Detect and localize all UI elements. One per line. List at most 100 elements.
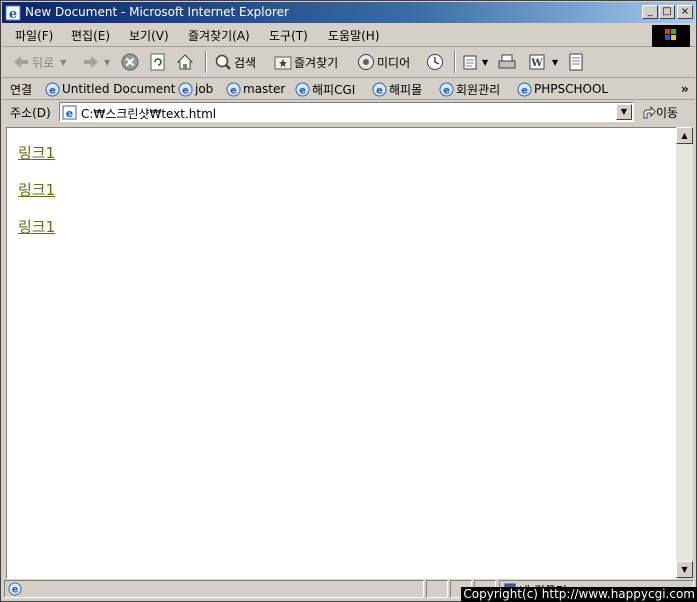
standard-toolbar: 뒤로 ▼ ▼ 검색 즐겨찾기 미디어 ▼ W ▼: [2, 47, 695, 78]
search-label: 검색: [234, 55, 257, 70]
menu-view[interactable]: 보기(V): [129, 27, 169, 44]
search-button[interactable]: 검색: [214, 51, 256, 73]
status-cell: [426, 580, 448, 598]
svg-text:e: e: [66, 107, 73, 120]
svg-text:W: W: [530, 58, 543, 69]
links-more-chevron-icon[interactable]: »: [681, 80, 689, 98]
address-dropdown-icon[interactable]: ▼: [616, 104, 632, 120]
discuss-icon: [569, 53, 583, 71]
maximize-button[interactable]: □: [659, 5, 675, 19]
history-button[interactable]: [426, 51, 446, 73]
go-button[interactable]: 이동: [642, 104, 678, 121]
forward-arrow-icon: [84, 56, 98, 68]
window-title: New Document - Microsoft Internet Explor…: [25, 5, 289, 19]
refresh-icon: [150, 53, 165, 71]
menu-bar: 파일(F) 편집(E) 보기(V) 즐겨찾기(A) 도구(T) 도움말(H): [2, 24, 695, 47]
history-icon: [427, 54, 443, 70]
link-label: master: [243, 82, 286, 96]
scroll-up-icon[interactable]: ▲: [676, 127, 693, 144]
ie-page-icon: e: [439, 82, 454, 96]
link-label: 해피CGI: [312, 82, 356, 97]
menu-help[interactable]: 도움말(H): [328, 27, 380, 44]
menu-edit[interactable]: 편집(E): [71, 27, 110, 44]
word-edit-icon: W: [529, 54, 545, 70]
svg-text:e: e: [9, 7, 17, 21]
address-bar: 주소(D) e C:₩스크린샷₩text.html ▼ 이동: [2, 100, 695, 125]
link-item[interactable]: e Untitled Document: [45, 80, 175, 98]
home-icon: [176, 54, 194, 70]
browser-window: e New Document - Microsoft Internet Expl…: [0, 0, 697, 602]
ie-page-icon: e: [62, 105, 77, 120]
menu-favorites[interactable]: 즐겨찾기(A): [188, 27, 250, 44]
favorites-folder-icon: [274, 56, 292, 70]
menu-tools[interactable]: 도구(T): [269, 27, 308, 44]
back-dropdown-icon[interactable]: ▼: [60, 58, 66, 67]
svg-text:e: e: [12, 585, 18, 596]
media-button[interactable]: 미디어: [357, 51, 410, 73]
ie-page-icon: e: [372, 82, 387, 96]
ie-icon: e: [5, 5, 21, 21]
address-input[interactable]: e C:₩스크린샷₩text.html ▼: [59, 102, 634, 122]
toolbar-separator: [205, 51, 207, 73]
media-label: 미디어: [377, 55, 411, 70]
svg-text:e: e: [230, 85, 237, 96]
close-button[interactable]: ×: [677, 5, 693, 19]
svg-text:e: e: [299, 85, 306, 96]
ie-page-icon: e: [295, 82, 310, 96]
link-item[interactable]: e master: [226, 80, 285, 98]
link-label: Untitled Document: [62, 82, 176, 96]
stop-icon: [121, 53, 139, 71]
link-label: PHPSCHOOL: [534, 82, 609, 96]
copyright-watermark: Copyright(c) http://www.happycgi.com: [461, 587, 697, 602]
page-link[interactable]: 링크1: [18, 179, 55, 200]
links-label: 연결: [10, 82, 33, 97]
scroll-down-icon[interactable]: ▼: [676, 561, 693, 578]
home-button[interactable]: [176, 51, 196, 73]
print-button[interactable]: [498, 51, 518, 73]
ie-page-icon: e: [45, 82, 60, 96]
link-label: 회원관리: [456, 82, 501, 97]
link-item[interactable]: e 해피몰: [372, 80, 422, 98]
stop-button[interactable]: [121, 51, 141, 73]
status-text-cell: e: [4, 580, 424, 598]
favorites-button[interactable]: 즐겨찾기: [274, 51, 338, 73]
search-icon: [215, 54, 231, 70]
links-bar: 연결 e Untitled Document e job e master e …: [2, 78, 695, 100]
link-label: 해피몰: [389, 82, 423, 97]
mail-button[interactable]: ▼: [462, 51, 488, 73]
forward-button[interactable]: ▼: [82, 51, 110, 73]
ie-page-icon: e: [178, 82, 193, 96]
page-link[interactable]: 링크1: [18, 216, 55, 237]
menu-file[interactable]: 파일(F): [15, 27, 53, 44]
link-item[interactable]: e 회원관리: [439, 80, 500, 98]
mail-dropdown-icon[interactable]: ▼: [482, 58, 488, 67]
page-link[interactable]: 링크1: [18, 142, 55, 163]
link-item[interactable]: e job: [178, 80, 213, 98]
svg-text:e: e: [49, 85, 56, 96]
page-content: 링크1 링크1 링크1: [6, 127, 678, 579]
edit-dropdown-icon[interactable]: ▼: [552, 58, 558, 67]
toolbar-separator: [454, 51, 456, 73]
link-item[interactable]: e PHPSCHOOL: [517, 80, 608, 98]
svg-text:e: e: [376, 85, 383, 96]
back-button[interactable]: 뒤로 ▼: [12, 51, 66, 73]
edit-button[interactable]: W ▼: [528, 51, 558, 73]
svg-text:e: e: [182, 85, 189, 96]
link-item[interactable]: e 해피CGI: [295, 80, 355, 98]
ie-page-icon: e: [8, 582, 22, 596]
refresh-button[interactable]: [149, 51, 169, 73]
favorites-label: 즐겨찾기: [294, 55, 339, 70]
forward-dropdown-icon[interactable]: ▼: [104, 58, 110, 67]
title-bar[interactable]: e New Document - Microsoft Internet Expl…: [2, 2, 695, 23]
ie-page-icon: e: [517, 82, 532, 96]
address-url: C:₩스크린샷₩text.html: [81, 107, 217, 121]
windows-logo-icon: [652, 25, 690, 47]
vertical-scrollbar[interactable]: ▲ ▼: [676, 127, 693, 578]
media-icon: [358, 54, 374, 70]
mail-icon: [463, 55, 477, 70]
back-label: 뒤로: [32, 55, 55, 70]
minimize-button[interactable]: _: [642, 5, 658, 19]
discuss-button[interactable]: [567, 51, 587, 73]
ie-page-icon: e: [226, 82, 241, 96]
address-label: 주소(D): [10, 106, 51, 120]
